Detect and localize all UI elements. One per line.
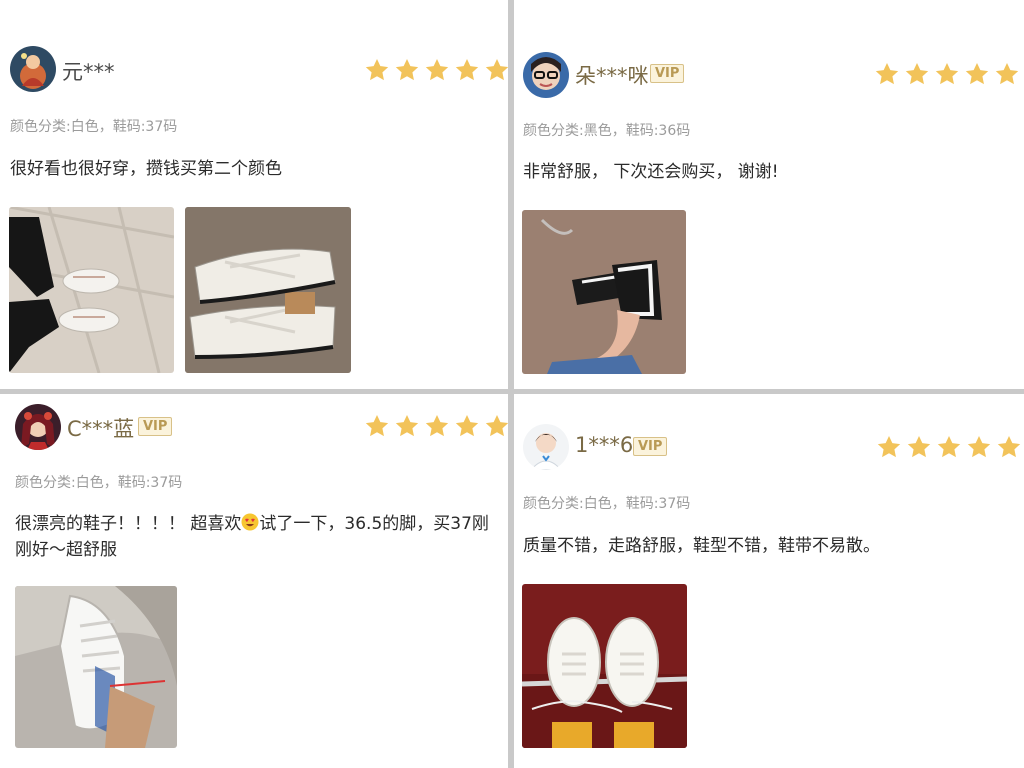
- star-icon: [875, 62, 899, 85]
- review-photo[interactable]: [522, 584, 687, 748]
- user-avatar[interactable]: [10, 46, 56, 92]
- user-avatar[interactable]: [523, 52, 569, 98]
- username: 元***: [62, 60, 115, 84]
- review-photo[interactable]: [9, 207, 174, 373]
- review-card: C***蓝 VIP 颜色分类:白色，鞋码:37码 很漂亮的鞋子！！！！ 超喜欢 …: [0, 394, 508, 768]
- vip-badge: VIP: [138, 417, 173, 436]
- review-photo[interactable]: [522, 210, 686, 374]
- star-icon: [485, 414, 508, 437]
- product-spec: 颜色分类:白色，鞋码:37码: [15, 475, 183, 491]
- star-icon: [907, 435, 931, 458]
- username: 1***6: [575, 433, 634, 457]
- star-icon: [395, 414, 419, 437]
- star-icon: [485, 58, 508, 81]
- star-icon: [455, 414, 479, 437]
- star-icon: [995, 62, 1019, 85]
- star-icon: [455, 58, 479, 81]
- review-text: 质量不错，走路舒服，鞋型不错，鞋带不易散。: [523, 536, 880, 556]
- vip-badge: VIP: [650, 64, 685, 83]
- star-icon: [395, 58, 419, 81]
- rating-stars: [364, 57, 508, 83]
- star-icon: [965, 62, 989, 85]
- review-card: 朵***咪 VIP 颜色分类:黑色，鞋码:36码 非常舒服， 下次还会购买， 谢…: [514, 0, 1024, 389]
- product-spec: 颜色分类:白色，鞋码:37码: [523, 496, 691, 512]
- star-icon: [997, 435, 1021, 458]
- star-icon: [365, 414, 389, 437]
- rating-stars: [364, 413, 508, 439]
- star-icon: [967, 435, 991, 458]
- rating-stars: [876, 434, 1022, 460]
- star-icon: [877, 435, 901, 458]
- star-icon: [935, 62, 959, 85]
- star-icon: [937, 435, 961, 458]
- heart-eyes-emoji-icon: [241, 513, 259, 531]
- star-icon: [425, 414, 449, 437]
- review-card: 元*** 颜色分类:白色，鞋码:37码 很好看也很好穿，攒钱买第二个颜色: [0, 0, 508, 389]
- username: 朵***咪: [575, 64, 649, 88]
- rating-stars: [874, 61, 1020, 87]
- product-spec: 颜色分类:白色，鞋码:37码: [10, 119, 178, 135]
- username: C***蓝: [67, 417, 135, 441]
- product-spec: 颜色分类:黑色，鞋码:36码: [523, 123, 691, 139]
- review-text-part: 很漂亮的鞋子！！！！ 超喜欢: [15, 514, 242, 534]
- star-icon: [425, 58, 449, 81]
- review-card: 1***6 VIP 颜色分类:白色，鞋码:37码 质量不错，走路舒服，鞋型不错，…: [514, 394, 1024, 768]
- star-icon: [365, 58, 389, 81]
- review-text: 很好看也很好穿，攒钱买第二个颜色: [10, 159, 282, 179]
- user-avatar[interactable]: [15, 404, 61, 450]
- review-photo[interactable]: [185, 207, 351, 373]
- user-avatar[interactable]: [523, 424, 569, 470]
- star-icon: [905, 62, 929, 85]
- review-text: 非常舒服， 下次还会购买， 谢谢!: [523, 162, 779, 182]
- review-photo[interactable]: [15, 586, 177, 748]
- review-text: 很漂亮的鞋子！！！！ 超喜欢 试了一下，36.5的脚，买37刚刚好～超舒服: [15, 511, 500, 563]
- vip-badge: VIP: [633, 437, 668, 456]
